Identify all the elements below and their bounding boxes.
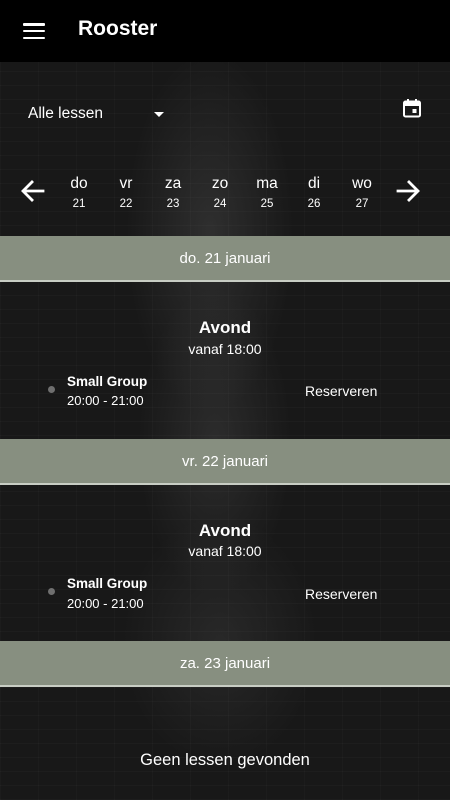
session-title: Avond [198, 318, 252, 337]
calendar-icon[interactable] [402, 98, 422, 118]
day-number: 21 [72, 198, 86, 210]
day-name: za [164, 175, 182, 192]
day-tab-za[interactable]: za 23 [150, 175, 196, 211]
class-indicator-dot [48, 386, 55, 393]
day-name: di [307, 175, 321, 192]
reserve-button[interactable]: Reserveren [305, 586, 377, 602]
class-time: 20:00 - 21:00 [67, 596, 144, 611]
day-tab-vr[interactable]: vr 22 [103, 175, 149, 211]
day-tab-ma[interactable]: ma 25 [244, 175, 290, 211]
day-tab-di[interactable]: di 26 [291, 175, 337, 211]
day-name: vr [119, 175, 133, 192]
day-number: 27 [355, 198, 369, 210]
day-number: 26 [307, 198, 321, 210]
lesson-filter-dropdown[interactable]: Alle lessen [28, 101, 168, 127]
page-title: Rooster [78, 17, 158, 40]
session-title: Avond [198, 521, 252, 540]
day-tab-do[interactable]: do 21 [56, 175, 102, 211]
day-tab-zo[interactable]: zo 24 [197, 175, 243, 211]
day-name: ma [256, 175, 278, 192]
day-name: zo [211, 175, 229, 192]
arrow-left-icon[interactable] [18, 176, 48, 206]
class-time: 20:00 - 21:00 [67, 393, 144, 408]
empty-state-message: Geen lessen gevonden [140, 751, 310, 769]
caret-down-icon [154, 112, 164, 117]
reserve-button[interactable]: Reserveren [305, 383, 377, 399]
date-header: za. 23 januari [0, 641, 450, 687]
arrow-right-icon[interactable] [393, 176, 423, 206]
day-number: 22 [119, 198, 133, 210]
date-header: vr. 22 januari [0, 439, 450, 485]
session-subtitle: vanaf 18:00 [188, 543, 262, 559]
schedule-content: Alle lessen do 21 vr 22 za 23 zo 24 ma 2… [0, 62, 450, 800]
class-name: Small Group [67, 576, 148, 591]
session-subtitle: vanaf 18:00 [188, 341, 262, 357]
day-number: 23 [166, 198, 180, 210]
day-tab-wo[interactable]: wo 27 [339, 175, 385, 211]
day-number: 24 [213, 198, 227, 210]
week-navigator: do 21 vr 22 za 23 zo 24 ma 25 di 26 wo 2… [0, 168, 450, 218]
date-header: do. 21 januari [0, 236, 450, 282]
day-name: wo [352, 175, 372, 192]
day-number: 25 [260, 198, 274, 210]
app-bar: Rooster [0, 0, 450, 62]
hamburger-menu-icon[interactable] [22, 21, 46, 41]
lesson-filter-value: Alle lessen [28, 105, 103, 122]
class-name: Small Group [67, 374, 148, 389]
class-indicator-dot [48, 588, 55, 595]
day-name: do [70, 175, 88, 192]
